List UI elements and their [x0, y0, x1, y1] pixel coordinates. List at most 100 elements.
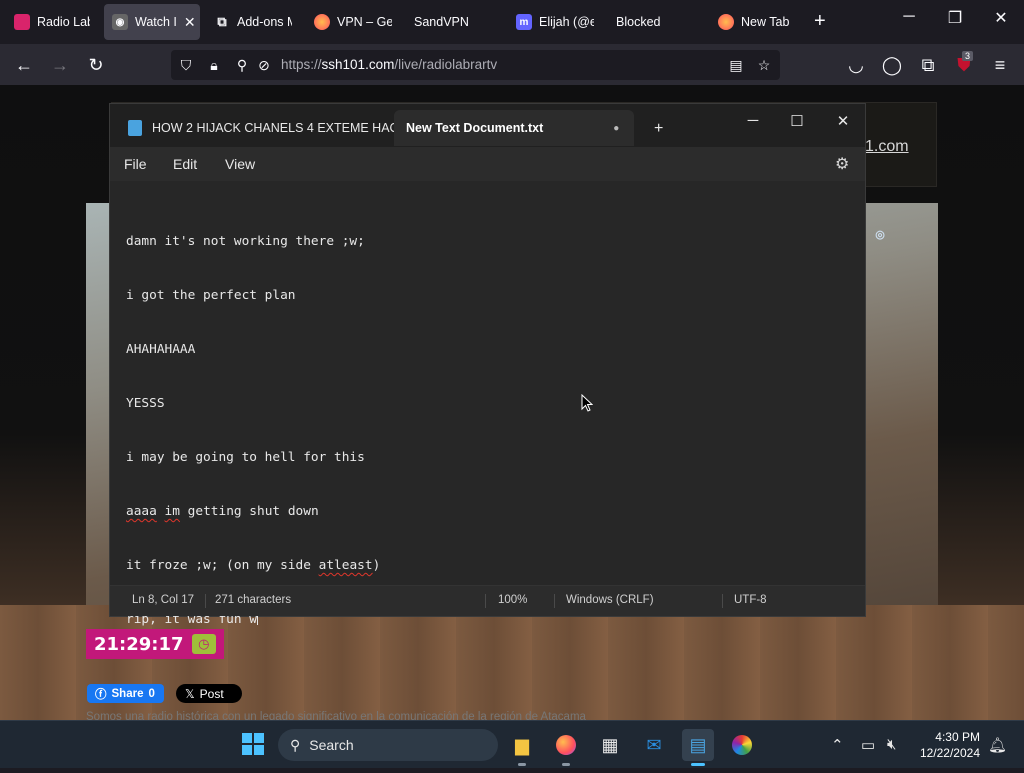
character-count: 271 characters — [215, 594, 292, 606]
menu-file[interactable]: File — [124, 156, 147, 172]
restore-icon[interactable]: ❐ — [932, 8, 978, 28]
url-path: /live/radiolabrartv — [394, 57, 498, 72]
account-icon[interactable]: ◯ — [879, 52, 905, 78]
zoom-level[interactable]: 100% — [498, 594, 527, 606]
facebook-icon: ⓕ — [95, 688, 107, 701]
status-divider — [554, 594, 555, 608]
tab-title: Elijah (@el — [539, 15, 594, 29]
tab-radio-labrar[interactable]: Radio Labr — [6, 4, 90, 40]
forward-arrow-icon[interactable]: → — [47, 52, 73, 78]
autoplay-blocked-icon[interactable]: ⊘ — [255, 56, 273, 74]
text-line — [126, 665, 819, 683]
notepad-taskbar-icon[interactable]: ▤ — [682, 729, 714, 766]
misspelled-word[interactable]: atleast — [319, 558, 373, 573]
text-line: YESSS — [126, 396, 165, 411]
menu-edit[interactable]: Edit — [173, 156, 197, 172]
color-app-icon[interactable] — [726, 729, 758, 761]
notepad-tab-title: New Text Document.txt — [406, 121, 544, 135]
shield-icon[interactable]: ⛉ — [177, 56, 195, 74]
notepad-status-bar: Ln 8, Col 17 271 characters 100% Windows… — [110, 585, 865, 616]
running-indicator — [562, 763, 570, 766]
tab-watch[interactable]: ◉ Watch I ✕ — [104, 4, 200, 40]
extensions-icon[interactable]: ⧉ — [915, 52, 941, 78]
show-hidden-icons-icon[interactable]: ⌃ — [831, 736, 844, 754]
running-indicator — [691, 763, 705, 766]
volume-muted-icon[interactable]: 🔇︎ — [887, 736, 896, 753]
notepad-tab-hack-doc[interactable]: HOW 2 HIJACK CHANELS 4 EXTEME HACK — [116, 110, 419, 146]
settings-gear-icon[interactable]: ⚙ — [835, 154, 849, 174]
hamburger-menu-icon[interactable]: ≡ — [987, 52, 1013, 78]
notepad-maximize-icon[interactable]: ☐ — [774, 112, 820, 130]
text-line: damn it's not working there ;w; — [126, 234, 365, 249]
color-wheel-icon — [732, 735, 752, 755]
mouse-pointer-icon — [581, 394, 593, 412]
text-line: i got the perfect plan — [126, 288, 296, 303]
document-text: damn it's not working there ;w; i got th… — [126, 197, 819, 773]
status-divider — [205, 594, 206, 608]
tab-title: VPN – Get — [337, 15, 392, 29]
url-text[interactable]: https://ssh101.com/live/radiolabrartv — [281, 57, 497, 72]
notepad-close-icon[interactable]: ✕ — [820, 112, 866, 130]
misspelled-word[interactable]: im — [165, 504, 180, 519]
windows-taskbar: ⚲ Search ▆ ▦ ✉ ▤ ⌃ ▭ 🔇︎ 4:30 PM 12/22/20… — [0, 720, 1024, 768]
mastodon-icon: m — [516, 14, 532, 30]
notifications-bell-icon[interactable]: 🔔︎ — [988, 736, 1007, 754]
taskbar-search[interactable]: ⚲ Search — [278, 729, 498, 761]
notepad-tab-new-text-document[interactable]: New Text Document.txt ● — [394, 110, 634, 146]
close-window-icon[interactable]: ✕ — [978, 8, 1024, 28]
banner-link[interactable]: 1.com — [865, 138, 909, 156]
microsoft-store-icon[interactable]: ▦ — [594, 729, 626, 761]
notepad-tab-title: HOW 2 HIJACK CHANELS 4 EXTEME HACK — [152, 121, 407, 135]
bookmark-star-icon[interactable]: ☆ — [755, 56, 773, 74]
windows-start-icon[interactable] — [242, 733, 264, 755]
firefox-taskbar-icon[interactable] — [550, 729, 582, 766]
encoding[interactable]: UTF-8 — [734, 594, 767, 606]
tab-sandvpn[interactable]: SandVPN — [406, 4, 492, 40]
tab-title: Add-ons M — [237, 15, 292, 29]
browser-tab-strip: Radio Labr ◉ Watch I ✕ ⧉ Add-ons M VPN –… — [0, 0, 1024, 44]
tab-title: Radio Labr — [37, 15, 90, 29]
back-arrow-icon[interactable]: ← — [11, 52, 37, 78]
minimize-icon[interactable]: ─ — [886, 8, 932, 26]
file-explorer-icon[interactable]: ▆ — [506, 729, 538, 766]
tab-blocked[interactable]: Blocked — [608, 4, 694, 40]
lock-icon[interactable]: 🔒︎ — [205, 56, 223, 74]
extension-badge: 3 — [962, 51, 974, 61]
tab-new-tab[interactable]: New Tab — [710, 4, 800, 40]
tab-title: Blocked — [616, 15, 661, 29]
notepad-menu-bar: File Edit View ⚙ — [110, 147, 865, 181]
tab-title: SandVPN — [414, 15, 469, 29]
new-tab-plus-icon[interactable]: + — [814, 10, 826, 33]
tab-close-icon[interactable]: ✕ — [184, 14, 196, 31]
notepad-new-tab-icon[interactable]: + — [654, 120, 663, 138]
pocket-icon[interactable]: ◡ — [843, 52, 869, 78]
url-scheme: https:// — [281, 57, 322, 72]
misspelled-word[interactable]: aaaa — [126, 504, 157, 519]
notepad-file-icon — [128, 120, 142, 136]
reader-view-icon[interactable]: ▤ — [727, 56, 745, 74]
firefox-icon — [556, 735, 576, 755]
taskbar-time: 4:30 PM — [935, 730, 980, 744]
notepad-window: HOW 2 HIJACK CHANELS 4 EXTEME HACK New T… — [109, 103, 866, 735]
address-bar[interactable]: ⛉ 🔒︎ ⚲ ⊘ https://ssh101.com/live/radiola… — [171, 50, 780, 80]
line-ending[interactable]: Windows (CRLF) — [566, 594, 654, 606]
url-domain: ssh101.com — [321, 57, 395, 72]
tab-add-ons[interactable]: ⧉ Add-ons M — [206, 4, 292, 40]
watch-favicon-icon: ◉ — [112, 14, 128, 30]
network-icon[interactable]: ▭ — [861, 736, 875, 754]
menu-view[interactable]: View — [225, 156, 255, 172]
firefox-icon — [718, 14, 734, 30]
notepad-minimize-icon[interactable]: ─ — [730, 112, 776, 129]
status-divider — [722, 594, 723, 608]
station-logo: ◎ — [875, 229, 885, 241]
permissions-icon[interactable]: ⚲ — [233, 56, 251, 74]
unsaved-indicator[interactable]: ● — [613, 123, 619, 134]
tab-elijah[interactable]: m Elijah (@el — [508, 4, 594, 40]
taskbar-clock[interactable]: 4:30 PM 12/22/2024 — [912, 729, 980, 761]
taskbar-date: 12/22/2024 — [919, 746, 980, 760]
tab-vpn[interactable]: VPN – Get — [306, 4, 392, 40]
outlook-icon[interactable]: ✉ — [638, 729, 670, 761]
puzzle-icon: ⧉ — [217, 14, 227, 29]
reload-icon[interactable]: ↻ — [83, 52, 109, 78]
notepad-text-area[interactable]: damn it's not working there ;w; i got th… — [110, 181, 865, 735]
